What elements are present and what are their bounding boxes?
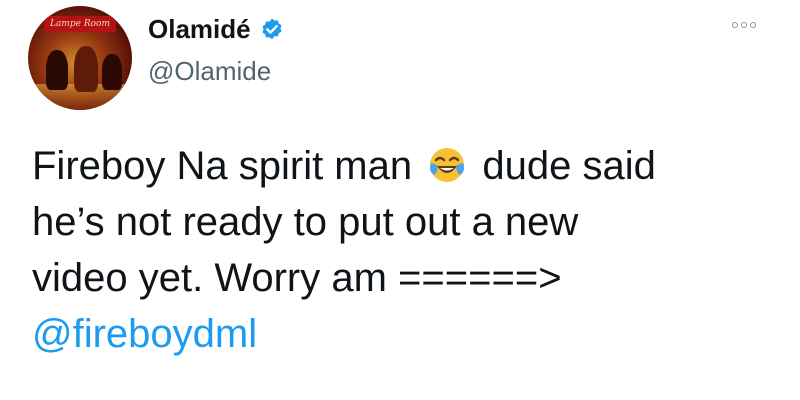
tweet-card: Lampe Room Olamidé @Olamide Fireboy Na s… xyxy=(0,0,800,400)
ellipsis-icon[interactable] xyxy=(732,22,756,28)
face-with-tears-of-joy-icon xyxy=(430,148,465,182)
tweet-line: video yet. Worry am ======> xyxy=(32,256,562,300)
avatar-figure xyxy=(74,46,98,92)
verified-badge-icon xyxy=(262,18,282,39)
dot xyxy=(741,22,747,28)
author-handle[interactable]: @Olamide xyxy=(148,56,271,87)
tweet-text: Fireboy Na spirit man dude said he’s not… xyxy=(32,138,782,362)
avatar-figure xyxy=(46,50,68,90)
tweet-text-segment: Fireboy Na spirit man xyxy=(32,144,424,188)
tweet-line: Fireboy Na spirit man dude said xyxy=(32,138,782,194)
dot xyxy=(732,22,738,28)
display-name[interactable]: Olamidé xyxy=(148,14,251,45)
avatar-banner: Lampe Room xyxy=(44,16,116,32)
avatar-figure xyxy=(102,54,122,90)
mention-link[interactable]: @fireboydml xyxy=(32,306,782,362)
avatar-caption: Lampe Room xyxy=(50,19,110,29)
dot xyxy=(750,22,756,28)
tweet-line: he’s not ready to put out a new xyxy=(32,200,579,244)
author-name-row: Olamidé xyxy=(148,14,285,45)
avatar[interactable]: Lampe Room xyxy=(28,6,132,110)
tweet-text-segment: dude said xyxy=(471,144,656,188)
